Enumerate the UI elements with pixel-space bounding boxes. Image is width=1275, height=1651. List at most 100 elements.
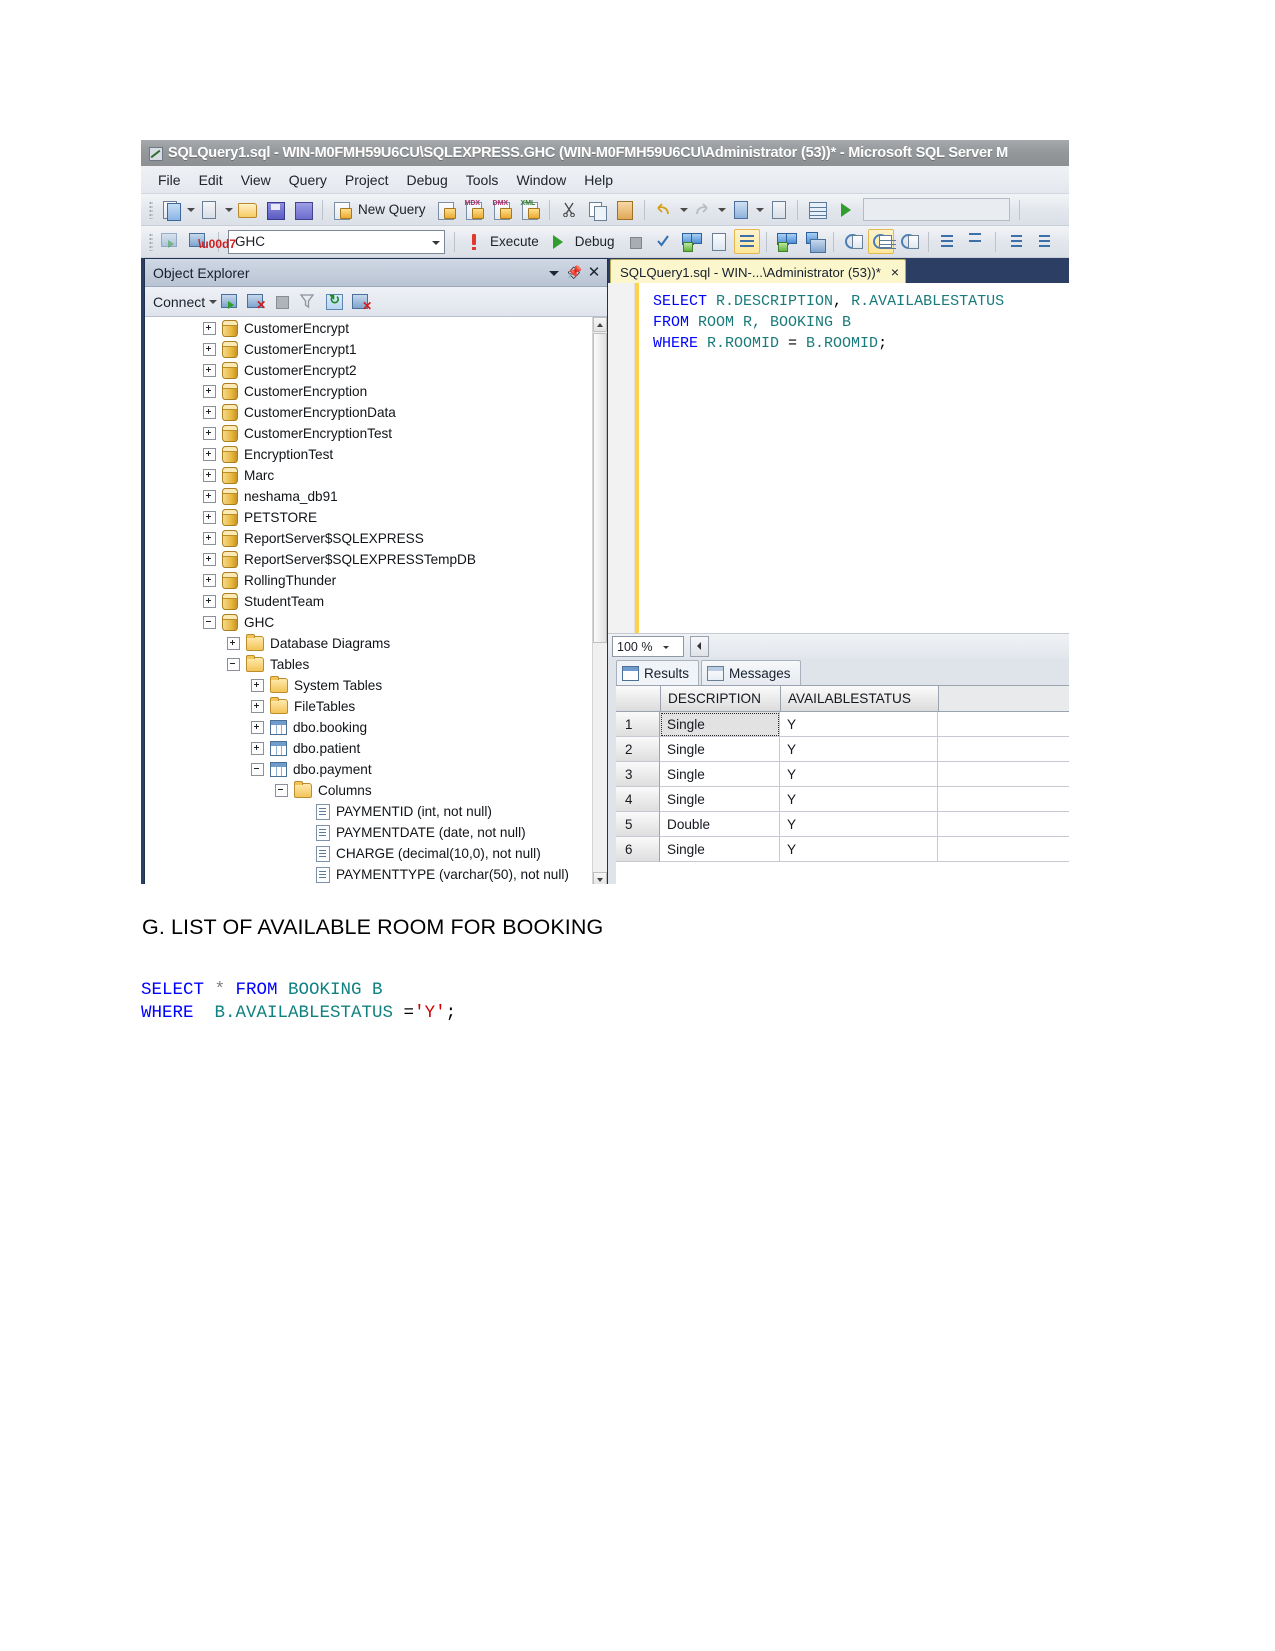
- new-item-dropdown-icon[interactable]: [223, 198, 233, 221]
- solution-configuration-combo[interactable]: [862, 198, 1010, 221]
- comment-out-icon[interactable]: [935, 229, 961, 254]
- menu-edit[interactable]: Edit: [190, 170, 232, 190]
- show-diagram-pane-icon[interactable]: [804, 197, 830, 222]
- expand-icon[interactable]: [203, 385, 216, 398]
- menu-tools[interactable]: Tools: [457, 170, 508, 190]
- grid-cell-availablestatus[interactable]: Y: [780, 812, 938, 837]
- include-actual-execution-plan-icon[interactable]: [773, 229, 799, 254]
- tree-node[interactable]: PETSTORE: [145, 507, 593, 528]
- expand-icon[interactable]: [203, 511, 216, 524]
- new-analysis-services-mdx-query-icon[interactable]: MDX: [461, 197, 487, 222]
- grid-cell-availablestatus[interactable]: Y: [780, 712, 938, 737]
- stop-icon[interactable]: [271, 291, 293, 312]
- grid-cell-availablestatus[interactable]: Y: [780, 737, 938, 762]
- collapse-icon[interactable]: [203, 616, 216, 629]
- grid-cell-description[interactable]: Single: [660, 787, 780, 812]
- tab-messages[interactable]: Messages: [701, 660, 801, 685]
- expand-icon[interactable]: [203, 532, 216, 545]
- debug-icon[interactable]: [546, 229, 572, 254]
- connect-dropdown-icon[interactable]: [207, 290, 218, 313]
- tree-node[interactable]: ReportServer$SQLEXPRESS: [145, 528, 593, 549]
- tree-node[interactable]: Columns: [145, 780, 593, 801]
- parse-icon[interactable]: [650, 229, 676, 254]
- connect-icon[interactable]: [158, 229, 184, 254]
- results-to-grid-icon[interactable]: [733, 229, 760, 254]
- tree-node[interactable]: CustomerEncrypt1: [145, 339, 593, 360]
- disconnect-object-explorer-icon[interactable]: ✕: [245, 291, 267, 312]
- grid-row-number[interactable]: 6: [616, 837, 660, 862]
- tree-node[interactable]: dbo.payment: [145, 759, 593, 780]
- zoom-combo[interactable]: 100 %: [612, 636, 684, 657]
- menu-help[interactable]: Help: [575, 170, 622, 190]
- connect-label[interactable]: Connect: [153, 294, 205, 310]
- tree-node[interactable]: PAYMENTTYPE (varchar(50), not null): [145, 864, 593, 884]
- collapse-icon[interactable]: [227, 658, 240, 671]
- expand-icon[interactable]: [203, 364, 216, 377]
- grid-cell-availablestatus[interactable]: Y: [780, 762, 938, 787]
- tree-node[interactable]: PAYMENTDATE (date, not null): [145, 822, 593, 843]
- results-to-text-icon[interactable]: [840, 229, 866, 254]
- scroll-left-button[interactable]: [690, 636, 709, 657]
- cut-icon[interactable]: [556, 197, 582, 222]
- tree-node[interactable]: CHARGE (decimal(10,0), not null): [145, 843, 593, 864]
- grid-cell-description[interactable]: Single: [660, 712, 780, 737]
- tree-node[interactable]: dbo.booking: [145, 717, 593, 738]
- expand-icon[interactable]: [203, 427, 216, 440]
- grid-row[interactable]: 2 Single Y: [616, 737, 1069, 762]
- execute-label[interactable]: Execute: [490, 234, 539, 249]
- grid-row[interactable]: 1 Single Y: [616, 712, 1069, 737]
- expand-icon[interactable]: [203, 448, 216, 461]
- tab-results[interactable]: Results: [616, 660, 700, 685]
- new-analysis-services-dmx-query-icon[interactable]: DMX: [489, 197, 515, 222]
- tree-node[interactable]: CustomerEncryption: [145, 381, 593, 402]
- scroll-down-button[interactable]: [593, 872, 607, 884]
- editor-body[interactable]: SELECT R.DESCRIPTION, R.AVAILABLESTATUS F…: [608, 283, 1069, 633]
- expand-icon[interactable]: [251, 679, 264, 692]
- start-debugging-icon[interactable]: [832, 197, 858, 222]
- results-to-grid-view-icon[interactable]: [867, 229, 896, 254]
- expand-icon[interactable]: [227, 637, 240, 650]
- expand-icon[interactable]: [251, 700, 264, 713]
- menu-query[interactable]: Query: [280, 170, 336, 190]
- pin-icon[interactable]: ⎆: [565, 263, 583, 282]
- new-query-icon[interactable]: [329, 197, 355, 222]
- menu-view[interactable]: View: [232, 170, 280, 190]
- stop-icon[interactable]: [622, 229, 648, 254]
- grid-row-number[interactable]: 3: [616, 762, 660, 787]
- display-estimated-execution-plan-icon[interactable]: [678, 229, 704, 254]
- results-grid[interactable]: DESCRIPTION AVAILABLESTATUS 1 Single Y 2 Singl…: [616, 685, 1069, 884]
- tree-node[interactable]: StudentTeam: [145, 591, 593, 612]
- new-query-label[interactable]: New Query: [358, 202, 426, 217]
- editor-tab-sqlquery1[interactable]: SQLQuery1.sql - WIN-...\Administrator (5…: [610, 259, 907, 284]
- expand-icon[interactable]: [203, 595, 216, 608]
- grid-cell-availablestatus[interactable]: Y: [780, 837, 938, 862]
- undo-icon[interactable]: [651, 197, 677, 222]
- sql-code-text[interactable]: SELECT R.DESCRIPTION, R.AVAILABLESTATUS F…: [639, 283, 1069, 633]
- object-explorer-tree[interactable]: CustomerEncrypt CustomerEncrypt1 CustomerE…: [145, 317, 593, 884]
- tree-node[interactable]: System Tables: [145, 675, 593, 696]
- grid-row-number[interactable]: 2: [616, 737, 660, 762]
- expand-icon[interactable]: [203, 406, 216, 419]
- tree-node[interactable]: neshama_db91: [145, 486, 593, 507]
- expand-icon[interactable]: [203, 553, 216, 566]
- close-icon[interactable]: ✕: [585, 264, 603, 282]
- save-all-icon[interactable]: [290, 197, 316, 222]
- tree-node[interactable]: CustomerEncrypt: [145, 318, 593, 339]
- connect-object-explorer-icon[interactable]: [219, 291, 241, 312]
- chevron-down-icon[interactable]: [659, 638, 683, 655]
- grid-select-all-corner[interactable]: [616, 686, 661, 712]
- save-icon[interactable]: [262, 197, 288, 222]
- chevron-down-icon[interactable]: [545, 264, 563, 282]
- redo-icon[interactable]: [689, 197, 715, 222]
- navigate-forward-icon[interactable]: [765, 197, 791, 222]
- expand-icon[interactable]: [203, 343, 216, 356]
- decrease-indent-icon[interactable]: [1002, 229, 1028, 254]
- tree-node[interactable]: RollingThunder: [145, 570, 593, 591]
- new-project-icon[interactable]: [158, 197, 184, 222]
- undo-dropdown-icon[interactable]: [678, 198, 688, 221]
- database-combo[interactable]: GHC: [228, 229, 445, 254]
- tree-node[interactable]: ReportServer$SQLEXPRESSTempDB: [145, 549, 593, 570]
- toolbar-grip[interactable]: [149, 200, 153, 219]
- tree-node[interactable]: CustomerEncryptionTest: [145, 423, 593, 444]
- grid-cell-description[interactable]: Single: [660, 837, 780, 862]
